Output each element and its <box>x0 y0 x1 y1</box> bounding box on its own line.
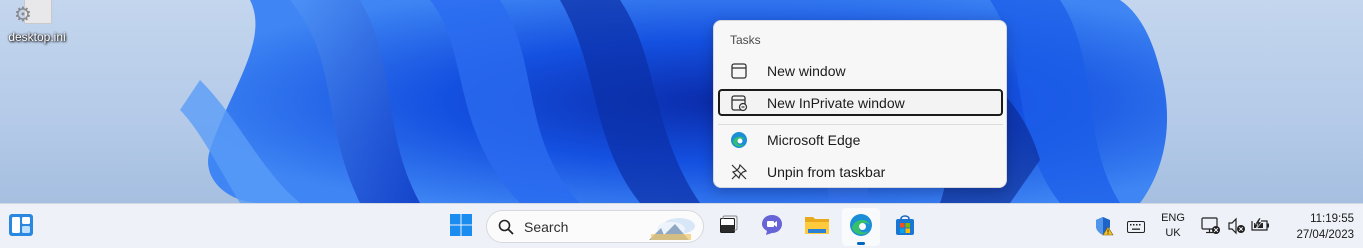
language-code: ENG <box>1161 212 1185 224</box>
microsoft-store-button[interactable] <box>886 208 924 246</box>
desktop: ⚙ desktop.ini <box>0 0 1363 203</box>
jump-list-item-microsoft-edge[interactable]: Microsoft Edge <box>718 126 1003 153</box>
clock-date: 27/04/2023 <box>1296 229 1354 241</box>
jump-list-divider <box>718 124 1003 125</box>
microsoft-edge-button[interactable] <box>842 208 880 246</box>
jump-list-header: Tasks <box>730 33 761 47</box>
jump-list-item-label: Microsoft Edge <box>767 131 861 148</box>
search-icon <box>498 219 514 235</box>
keyboard-icon[interactable] <box>1127 220 1145 238</box>
keyboard-layout: UK <box>1165 227 1181 239</box>
jump-list-item-label: Unpin from taskbar <box>767 163 886 180</box>
inprivate-icon <box>728 93 750 113</box>
desktop-icon-label: desktop.ini <box>8 30 66 44</box>
battery-icon[interactable] <box>1250 217 1270 237</box>
folder-icon <box>804 214 830 241</box>
clock-time: 11:19:55 <box>1310 213 1354 225</box>
jump-list-item-new-window[interactable]: New window <box>718 57 1003 84</box>
search-placeholder: Search <box>524 218 569 235</box>
chat-button[interactable] <box>753 208 791 246</box>
desktop-icon-desktop-ini[interactable]: ⚙ desktop.ini <box>2 0 72 48</box>
unpin-icon <box>728 162 750 182</box>
chat-icon <box>760 213 784 242</box>
widgets-icon <box>8 213 34 242</box>
jump-list-item-new-inprivate-window[interactable]: New InPrivate window <box>718 89 1003 116</box>
jump-list-item-label: New window <box>767 62 846 79</box>
edge-icon <box>728 130 750 150</box>
input-language-indicator[interactable]: ENG UK <box>1155 211 1191 241</box>
jump-list-item-unpin-from-taskbar[interactable]: Unpin from taskbar <box>718 158 1003 185</box>
security-warning-icon[interactable] <box>1094 216 1114 241</box>
wallpaper-bloom <box>180 0 1168 203</box>
search-highlight-image <box>645 214 699 246</box>
start-button[interactable] <box>442 208 480 246</box>
taskbar: Search ENG UK 11:19:55 27/04/2023 <box>0 203 1363 248</box>
store-icon <box>893 213 917 242</box>
edge-jump-list: Tasks New window New InPrivate window Mi… <box>713 20 1007 188</box>
task-view-icon <box>717 214 739 241</box>
network-icon[interactable] <box>1201 216 1221 241</box>
widgets-button[interactable] <box>2 208 40 246</box>
task-view-button[interactable] <box>709 208 747 246</box>
search-box[interactable]: Search <box>486 210 704 243</box>
edge-icon <box>849 213 873 242</box>
volume-muted-icon[interactable] <box>1227 217 1247 240</box>
window-icon <box>728 61 750 81</box>
file-explorer-button[interactable] <box>798 208 836 246</box>
settings-file-icon: ⚙ <box>14 2 32 26</box>
jump-list-item-label: New InPrivate window <box>767 94 905 111</box>
clock[interactable]: 11:19:55 27/04/2023 <box>1292 211 1354 243</box>
windows-logo-icon <box>450 213 472 241</box>
running-indicator <box>857 242 865 245</box>
